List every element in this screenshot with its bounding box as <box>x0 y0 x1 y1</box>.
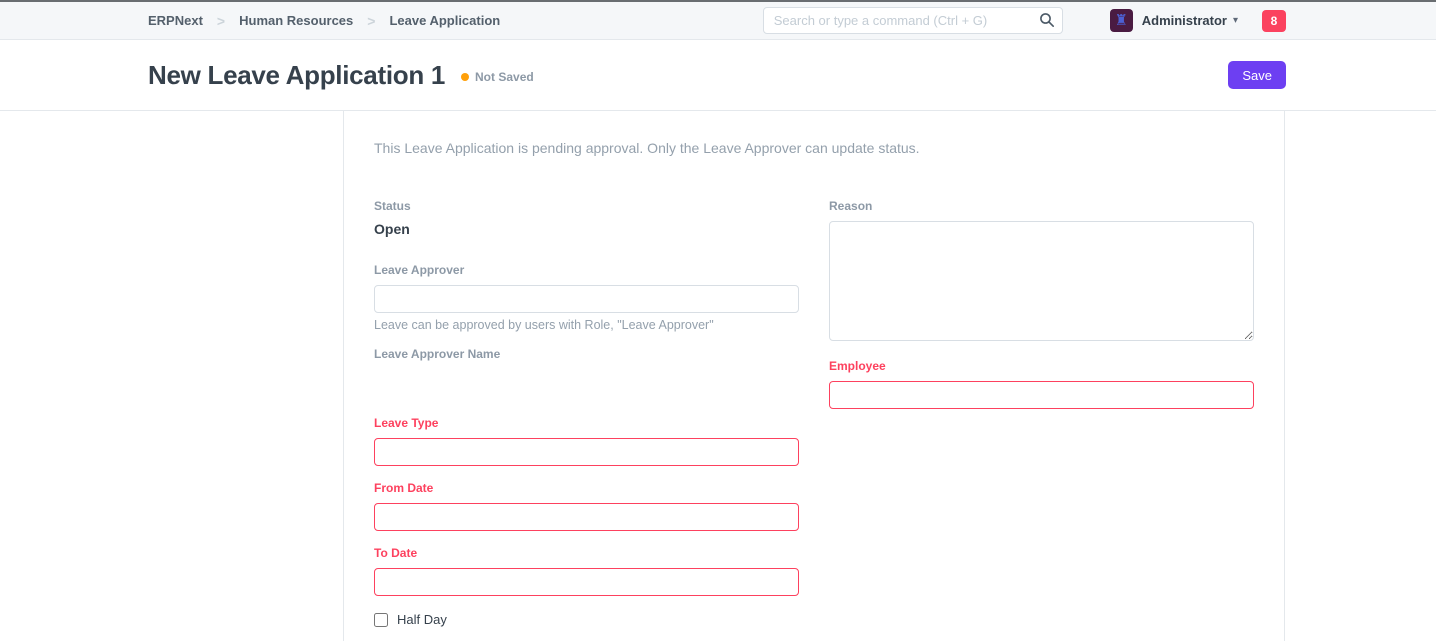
form-grid: Status Open Leave Approver Leave can be … <box>359 199 1269 627</box>
leave-type-label: Leave Type <box>374 416 799 430</box>
status-value: Open <box>374 221 799 237</box>
half-day-label: Half Day <box>397 612 447 627</box>
leave-approver-name-field: Leave Approver Name <box>374 347 799 401</box>
avatar: ♜ <box>1110 9 1133 32</box>
leave-approver-label: Leave Approver <box>374 263 799 277</box>
leave-approver-field: Leave Approver Leave can be approved by … <box>374 263 799 332</box>
status-label: Status <box>374 199 799 213</box>
breadcrumb: ERPNext > Human Resources > Leave Applic… <box>148 13 500 29</box>
reason-label: Reason <box>829 199 1254 213</box>
breadcrumb-erpnext[interactable]: ERPNext <box>148 13 203 28</box>
breadcrumb-human-resources[interactable]: Human Resources <box>239 13 353 28</box>
from-date-input[interactable] <box>374 503 799 531</box>
search-icon <box>1039 12 1055 28</box>
page-body: This Leave Application is pending approv… <box>0 111 1436 641</box>
chevron-right-icon: > <box>367 13 375 29</box>
reason-field: Reason <box>829 199 1254 346</box>
to-date-input[interactable] <box>374 568 799 596</box>
employee-field: Employee <box>829 359 1254 409</box>
form-panel: This Leave Application is pending approv… <box>343 111 1285 641</box>
leave-approver-help: Leave can be approved by users with Role… <box>374 318 799 332</box>
pending-approval-message: This Leave Application is pending approv… <box>359 138 1269 158</box>
from-date-label: From Date <box>374 481 799 495</box>
leave-approver-input[interactable] <box>374 285 799 313</box>
user-name: Administrator <box>1142 13 1227 28</box>
half-day-checkbox[interactable] <box>374 613 388 627</box>
status-indicator: Not Saved <box>461 70 534 84</box>
navbar-right: ♜ Administrator ▾ 8 <box>763 7 1286 34</box>
to-date-label: To Date <box>374 546 799 560</box>
not-saved-label: Not Saved <box>475 70 534 84</box>
search-input[interactable] <box>763 7 1063 34</box>
leave-approver-name-value <box>374 369 799 401</box>
not-saved-dot-icon <box>461 73 469 81</box>
caret-down-icon: ▾ <box>1233 15 1238 26</box>
from-date-field: From Date <box>374 481 799 531</box>
employee-input[interactable] <box>829 381 1254 409</box>
page-head: New Leave Application 1 Not Saved Save <box>0 40 1436 111</box>
leave-approver-name-label: Leave Approver Name <box>374 347 799 361</box>
employee-label: Employee <box>829 359 1254 373</box>
breadcrumb-leave-application[interactable]: Leave Application <box>389 13 500 28</box>
save-button[interactable]: Save <box>1228 61 1286 89</box>
navbar: ERPNext > Human Resources > Leave Applic… <box>0 2 1436 40</box>
leave-type-field: Leave Type <box>374 416 799 466</box>
global-search <box>763 7 1063 34</box>
user-menu[interactable]: ♜ Administrator ▾ <box>1110 9 1238 32</box>
chevron-right-icon: > <box>217 13 225 29</box>
notifications-badge[interactable]: 8 <box>1262 10 1286 32</box>
page-title: New Leave Application 1 <box>148 60 445 91</box>
to-date-field: To Date <box>374 546 799 596</box>
half-day-field: Half Day <box>374 612 799 627</box>
leave-type-input[interactable] <box>374 438 799 466</box>
status-field: Status Open <box>374 199 799 237</box>
form-column-right: Reason Employee <box>814 199 1269 627</box>
form-column-left: Status Open Leave Approver Leave can be … <box>359 199 814 627</box>
reason-textarea[interactable] <box>829 221 1254 341</box>
